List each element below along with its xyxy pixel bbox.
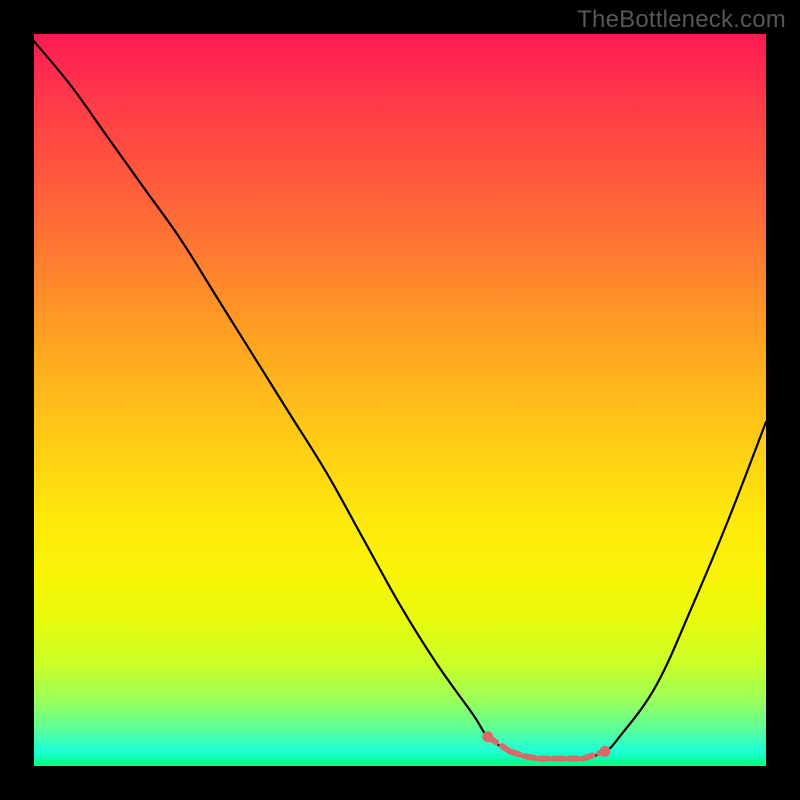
bottleneck-curve [34, 41, 766, 759]
valley-markers [482, 731, 610, 758]
chart-svg [34, 34, 766, 766]
valley-marker-dash [583, 751, 605, 758]
chart-plot-area [34, 34, 766, 766]
watermark-text: TheBottleneck.com [577, 6, 786, 34]
